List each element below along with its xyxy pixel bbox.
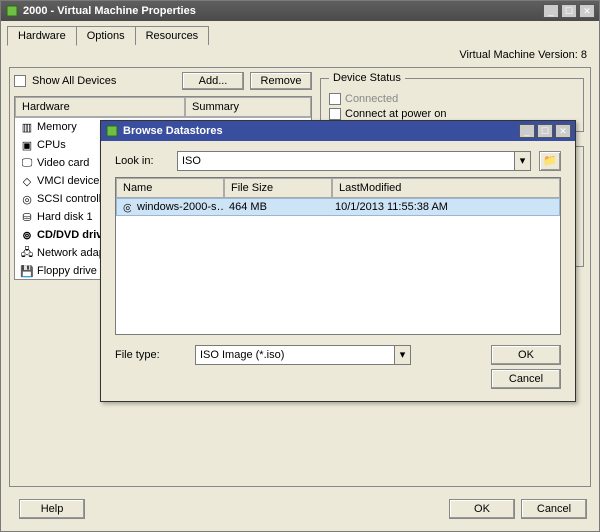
dialog-title: Browse Datastores [123, 125, 519, 137]
tab-row: Hardware Options Resources [3, 23, 597, 45]
window-title: 2000 - Virtual Machine Properties [23, 5, 543, 17]
maximize-button[interactable]: ☐ [561, 4, 577, 18]
cd-icon: ⊚ [19, 229, 35, 242]
dialog-close-button[interactable]: ✕ [555, 124, 571, 138]
connect-power-checkbox[interactable] [329, 108, 341, 120]
floppy-icon: 💾 [19, 265, 35, 278]
vmware-icon [105, 124, 119, 138]
main-titlebar: 2000 - Virtual Machine Properties _ ☐ ✕ [1, 1, 599, 21]
close-button[interactable]: ✕ [579, 4, 595, 18]
lookin-select[interactable]: ISO ▾ [177, 151, 531, 171]
scsi-icon: ◎ [19, 193, 35, 206]
video-icon: 🖵 [19, 157, 35, 170]
help-button[interactable]: Help [19, 499, 85, 519]
col-filesize[interactable]: File Size [224, 178, 332, 198]
connected-checkbox[interactable] [329, 93, 341, 105]
main-ok-button[interactable]: OK [449, 499, 515, 519]
connect-power-label: Connect at power on [345, 108, 447, 120]
tab-options[interactable]: Options [76, 26, 136, 45]
up-folder-button[interactable]: 📁 [539, 151, 561, 171]
nic-icon: 🖧 [19, 244, 35, 263]
dialog-maximize-button[interactable]: ☐ [537, 124, 553, 138]
cpu-icon: ▣ [19, 139, 35, 152]
folder-up-icon: 📁 [543, 155, 557, 167]
file-list: Name File Size LastModified ◎ windows-20… [115, 177, 561, 335]
remove-button[interactable]: Remove [250, 72, 312, 90]
vmci-icon: ◇ [19, 175, 35, 188]
chevron-down-icon: ▾ [514, 152, 530, 170]
col-summary[interactable]: Summary [185, 97, 311, 117]
dialog-minimize-button[interactable]: _ [519, 124, 535, 138]
tab-hardware[interactable]: Hardware [7, 26, 77, 46]
browse-datastores-dialog: Browse Datastores _ ☐ ✕ Look in: ISO ▾ 📁… [100, 120, 576, 402]
chevron-down-icon: ▾ [394, 346, 410, 364]
memory-icon: ▥ [19, 121, 35, 134]
lookin-label: Look in: [115, 155, 169, 167]
lookin-value: ISO [182, 155, 201, 167]
iso-icon: ◎ [117, 201, 131, 214]
dialog-ok-button[interactable]: OK [491, 345, 561, 365]
filetype-value: ISO Image (*.iso) [200, 349, 284, 361]
file-row-selected[interactable]: ◎ windows-2000-s… 464 MB 10/1/2013 11:55… [116, 198, 560, 216]
dialog-cancel-button[interactable]: Cancel [491, 369, 561, 389]
col-lastmodified[interactable]: LastModified [332, 178, 560, 198]
show-all-checkbox[interactable] [14, 75, 26, 87]
col-name[interactable]: Name [116, 178, 224, 198]
minimize-button[interactable]: _ [543, 4, 559, 18]
col-hardware[interactable]: Hardware [15, 97, 185, 117]
disk-icon: ⛁ [19, 211, 35, 224]
device-status-legend: Device Status [329, 72, 405, 84]
filetype-label: File type: [115, 349, 187, 361]
tab-resources[interactable]: Resources [135, 26, 210, 45]
file-modified: 10/1/2013 11:55:38 AM [329, 201, 559, 213]
file-size: 464 MB [223, 201, 329, 213]
vmware-icon [5, 4, 19, 18]
file-name: windows-2000-s… [131, 201, 223, 213]
main-cancel-button[interactable]: Cancel [521, 499, 587, 519]
show-all-label: Show All Devices [32, 75, 176, 87]
add-button[interactable]: Add... [182, 72, 244, 90]
filetype-select[interactable]: ISO Image (*.iso) ▾ [195, 345, 411, 365]
vm-version-label: Virtual Machine Version: 8 [459, 49, 587, 61]
connected-label: Connected [345, 93, 398, 105]
